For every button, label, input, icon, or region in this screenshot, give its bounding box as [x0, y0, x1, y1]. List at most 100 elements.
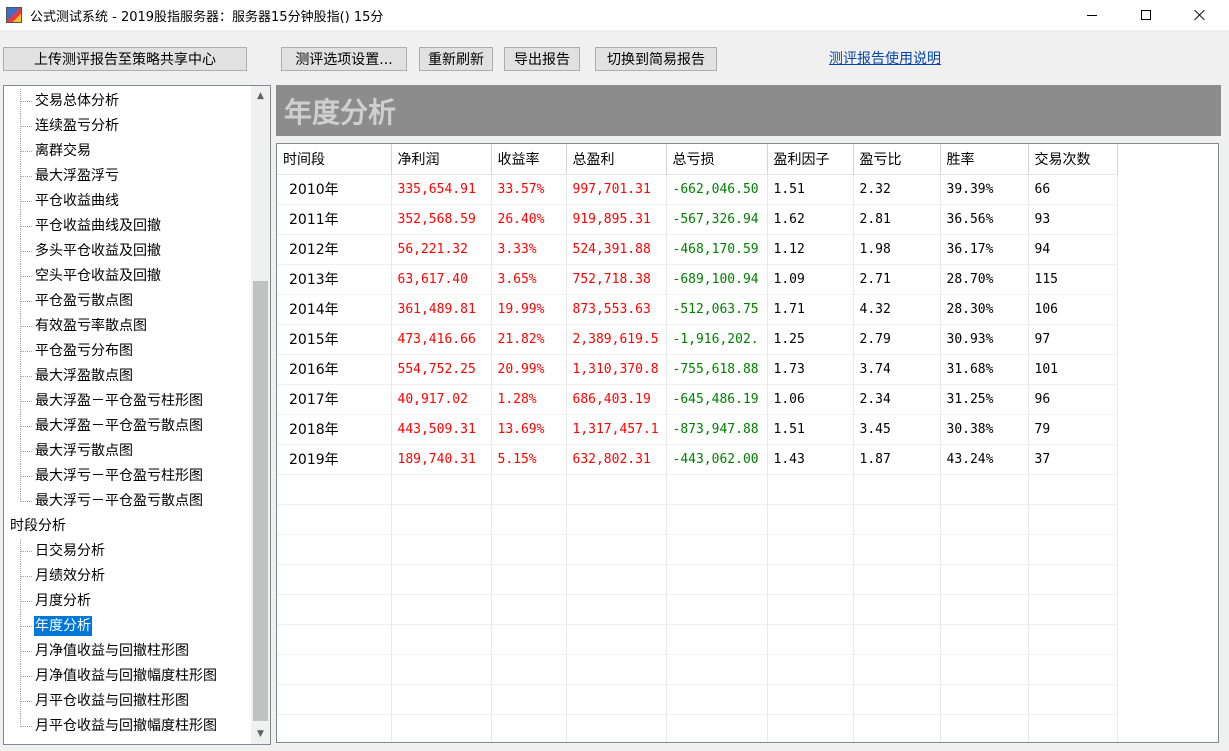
table-cell: 2.81	[853, 204, 941, 235]
empty-cell	[566, 534, 667, 565]
column-header[interactable]: 收益率	[491, 144, 567, 175]
table-row[interactable]: 2012年 56,221.32 3.33% 524,391.88 -468,170.59…	[277, 234, 1118, 265]
table-cell: 3.65%	[491, 264, 567, 295]
tree-item[interactable]: 月平仓收益与回撤幅度柱形图	[4, 714, 251, 739]
tree-scrollbar[interactable]: ▲ ▼	[251, 86, 270, 744]
empty-cell	[767, 534, 854, 565]
table-cell: 1.51	[767, 174, 854, 205]
tree-item[interactable]: 平仓收益曲线及回撤	[4, 214, 251, 239]
scroll-thumb[interactable]	[253, 281, 268, 721]
tree-item[interactable]: 最大浮盈浮亏	[4, 164, 251, 189]
tree-item[interactable]: 最大浮盈－平仓盈亏散点图	[4, 414, 251, 439]
empty-cell	[491, 564, 567, 595]
column-header[interactable]: 胜率	[940, 144, 1029, 175]
table-cell: 632,802.31	[566, 444, 667, 475]
empty-cell	[566, 564, 667, 595]
tree-item[interactable]: 最大浮亏散点图	[4, 439, 251, 464]
table-cell: 2012年	[277, 234, 392, 265]
tree-item-label: 日交易分析	[35, 543, 105, 559]
minimize-button[interactable]	[1069, 0, 1115, 30]
column-header[interactable]: 交易次数	[1028, 144, 1118, 175]
table-cell: 1.25	[767, 324, 854, 355]
tree-item[interactable]: 最大浮亏－平仓盈亏散点图	[4, 489, 251, 514]
empty-row	[277, 504, 1118, 535]
scroll-up-icon[interactable]: ▲	[251, 86, 270, 106]
tree-item[interactable]: 最大浮亏－平仓盈亏柱形图	[4, 464, 251, 489]
tree-item[interactable]: 多头平仓收益及回撤	[4, 239, 251, 264]
empty-cell	[391, 714, 492, 742]
export-report-button[interactable]: 导出报告	[504, 47, 580, 71]
empty-cell	[767, 474, 854, 505]
table-cell: 1.09	[767, 264, 854, 295]
tree-item[interactable]: 年度分析	[4, 614, 251, 639]
app-icon	[6, 7, 22, 23]
table-row[interactable]: 2019年 189,740.31 5.15% 632,802.31 -443,062.0…	[277, 444, 1118, 475]
tree-group[interactable]: 时段分析	[4, 514, 251, 539]
tree-item[interactable]: 月平仓收益与回撤柱形图	[4, 689, 251, 714]
scroll-down-icon[interactable]: ▼	[251, 724, 270, 744]
tree-item-label: 月度分析	[35, 593, 91, 609]
tree-item[interactable]: 日交易分析	[4, 539, 251, 564]
tree-item[interactable]: 平仓盈亏散点图	[4, 289, 251, 314]
tree-item[interactable]: 空头平仓收益及回撤	[4, 264, 251, 289]
table-cell: 37	[1028, 444, 1118, 475]
table-row[interactable]: 2010年 335,654.91 33.57% 997,701.31 -662,046.…	[277, 174, 1118, 205]
table-row[interactable]: 2017年 40,917.02 1.28% 686,403.19 -645,486.19…	[277, 384, 1118, 415]
table-row[interactable]: 2014年 361,489.81 19.99% 873,553.63 -512,063.…	[277, 294, 1118, 325]
table-cell: 20.99%	[491, 354, 567, 385]
tree-item[interactable]: 月绩效分析	[4, 564, 251, 589]
tree-item[interactable]: 平仓盈亏分布图	[4, 339, 251, 364]
switch-simple-report-button[interactable]: 切换到简易报告	[595, 47, 717, 71]
refresh-button[interactable]: 重新刷新	[419, 47, 493, 71]
tree-item-label: 平仓收益曲线及回撤	[35, 218, 161, 234]
tree-item[interactable]: 月度分析	[4, 589, 251, 614]
table-cell: -689,100.94	[666, 264, 768, 295]
empty-cell	[277, 534, 392, 565]
tree-item[interactable]: 离群交易	[4, 139, 251, 164]
table-cell: 101	[1028, 354, 1118, 385]
column-header[interactable]: 盈亏比	[853, 144, 941, 175]
tree-item[interactable]: 月净值收益与回撤幅度柱形图	[4, 664, 251, 689]
empty-cell	[666, 624, 768, 655]
column-header[interactable]: 时间段	[277, 144, 392, 175]
evaluation-options-button[interactable]: 测评选项设置...	[281, 47, 407, 71]
empty-cell	[491, 504, 567, 535]
column-header[interactable]: 净利润	[391, 144, 492, 175]
tree-item[interactable]: 最大浮盈－平仓盈亏柱形图	[4, 389, 251, 414]
column-header[interactable]: 盈利因子	[767, 144, 854, 175]
tree-item[interactable]: 平仓收益曲线	[4, 189, 251, 214]
empty-cell	[853, 564, 941, 595]
empty-cell	[566, 594, 667, 625]
table-cell: -468,170.59	[666, 234, 768, 265]
table-cell: 96	[1028, 384, 1118, 415]
tree-item-label: 最大浮盈浮亏	[35, 168, 119, 184]
close-button[interactable]	[1177, 0, 1223, 30]
table-cell: 2017年	[277, 384, 392, 415]
empty-cell	[767, 654, 854, 685]
report-help-link[interactable]: 测评报告使用说明	[829, 48, 941, 68]
tree-item[interactable]: 交易总体分析	[4, 89, 251, 114]
section-title: 年度分析	[284, 96, 397, 129]
column-header[interactable]: 总亏损	[666, 144, 768, 175]
empty-cell	[391, 474, 492, 505]
empty-cell	[940, 684, 1029, 715]
table-row[interactable]: 2011年 352,568.59 26.40% 919,895.31 -567,326.…	[277, 204, 1118, 235]
tree-item[interactable]: 月净值收益与回撤柱形图	[4, 639, 251, 664]
maximize-button[interactable]	[1123, 0, 1169, 30]
tree-item[interactable]: 连续盈亏分析	[4, 114, 251, 139]
empty-cell	[940, 564, 1029, 595]
empty-cell	[1028, 564, 1118, 595]
tree-item[interactable]: 最大浮盈散点图	[4, 364, 251, 389]
tree-item[interactable]: 有效盈亏率散点图	[4, 314, 251, 339]
table-cell: 2013年	[277, 264, 392, 295]
empty-cell	[853, 624, 941, 655]
table-row[interactable]: 2016年 554,752.25 20.99% 1,310,370.8 -755,618…	[277, 354, 1118, 385]
table-cell: 40,917.02	[391, 384, 492, 415]
upload-report-button[interactable]: 上传测评报告至策略共享中心	[3, 47, 247, 71]
table-row[interactable]: 2018年 443,509.31 13.69% 1,317,457.1 -873,947…	[277, 414, 1118, 445]
tree-item-label: 平仓收益曲线	[35, 193, 119, 209]
column-header[interactable]: 总盈利	[566, 144, 667, 175]
table-row[interactable]: 2013年 63,617.40 3.65% 752,718.38 -689,100.94…	[277, 264, 1118, 295]
table-row[interactable]: 2015年 473,416.66 21.82% 2,389,619.5 -1,916,2…	[277, 324, 1118, 355]
tree-item-label: 月平仓收益与回撤柱形图	[35, 693, 189, 709]
